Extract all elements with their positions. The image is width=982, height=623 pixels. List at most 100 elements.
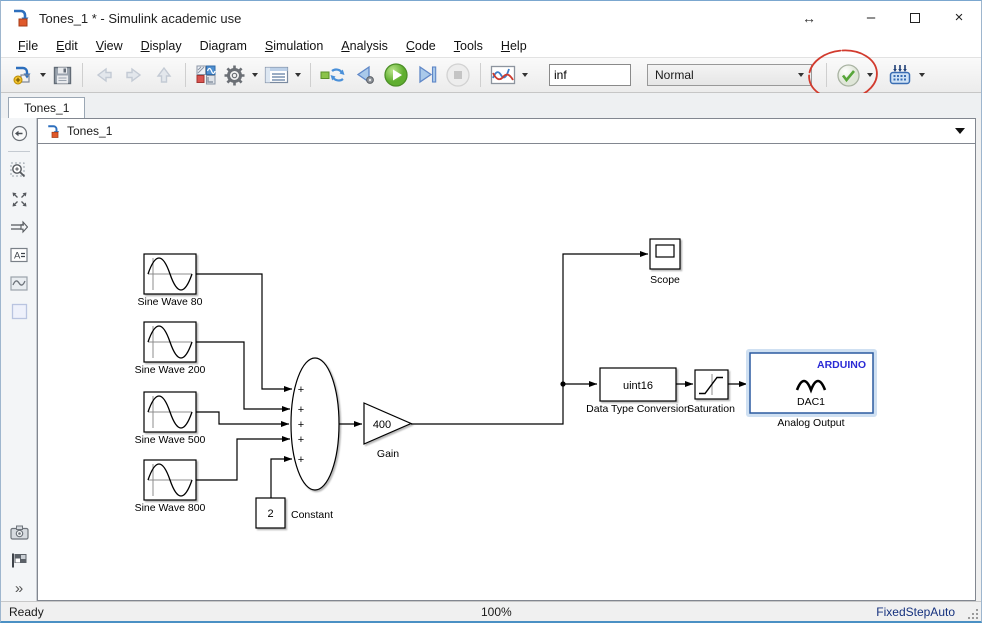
- block-sine-wave-500[interactable]: [144, 392, 196, 432]
- tab-tones-1[interactable]: Tones_1: [8, 97, 85, 118]
- toolbar-separator: [82, 63, 83, 87]
- model-canvas[interactable]: Sine Wave 80 Sine Wave 200 Sine Wave 500: [38, 144, 975, 600]
- close-button[interactable]: ×: [937, 1, 981, 35]
- menu-edit[interactable]: Edit: [47, 37, 87, 55]
- screenshot-button[interactable]: [1, 520, 37, 544]
- simulation-data-inspector-button[interactable]: [487, 61, 519, 89]
- constant-value: 2: [267, 508, 273, 520]
- wire-branch-to-scope[interactable]: [563, 254, 648, 384]
- forward-arrow-icon: [122, 64, 146, 86]
- resize-grip[interactable]: [968, 609, 978, 619]
- combo-caret-icon: [798, 73, 804, 77]
- signal-waves-icon: [490, 64, 516, 86]
- block-sine-wave-80[interactable]: [144, 254, 196, 294]
- menu-help[interactable]: Help: [492, 37, 536, 55]
- model-settings-dropdown-caret[interactable]: [252, 73, 258, 77]
- toolbar-separator: [310, 63, 311, 87]
- label-gain: Gain: [377, 448, 399, 460]
- zoom-tool-button[interactable]: [1, 159, 37, 183]
- sdi-dropdown-caret[interactable]: [522, 73, 528, 77]
- viewmark-flag-icon: [11, 552, 28, 569]
- stop-time-input[interactable]: [549, 64, 631, 86]
- model-explorer-button[interactable]: [261, 61, 292, 89]
- forward-button[interactable]: [119, 61, 149, 89]
- block-sine-wave-800[interactable]: [144, 460, 196, 500]
- menu-simulation[interactable]: Simulation: [256, 37, 332, 55]
- wire-gain-to-dtc[interactable]: [411, 384, 597, 424]
- annotation-icon: A: [10, 247, 28, 263]
- image-annotation-button[interactable]: [1, 271, 37, 295]
- wire-constant-to-sum[interactable]: [271, 459, 292, 498]
- signal-routing-button[interactable]: [1, 215, 37, 239]
- label-sine-wave-80: Sine Wave 80: [138, 296, 203, 308]
- wire-sine500-to-sum[interactable]: [196, 412, 289, 424]
- up-arrow-icon: [152, 64, 176, 86]
- library-browser-button[interactable]: [192, 61, 220, 89]
- menu-tools[interactable]: Tools: [445, 37, 492, 55]
- svg-text:A: A: [14, 251, 21, 262]
- dock-undock-icon[interactable]: ↔: [779, 1, 839, 35]
- menu-analysis[interactable]: Analysis: [332, 37, 397, 55]
- step-forward-icon: [415, 64, 439, 86]
- block-constant[interactable]: 2: [256, 498, 285, 528]
- image-icon: [10, 276, 28, 291]
- menu-bar: File Edit View Display Diagram Simulatio…: [1, 35, 981, 57]
- area-annotation-button[interactable]: [1, 299, 37, 323]
- simulation-mode-select[interactable]: Normal: [647, 64, 812, 86]
- block-scope[interactable]: [650, 239, 680, 269]
- label-data-type-conversion: Data Type Conversion: [586, 403, 690, 415]
- save-button[interactable]: [49, 61, 76, 89]
- annotation-button[interactable]: A: [1, 243, 37, 267]
- maximize-button[interactable]: [893, 1, 937, 35]
- sum-plus-sign: +: [298, 434, 304, 446]
- refresh-blocks-button[interactable]: [833, 61, 864, 89]
- menu-file[interactable]: File: [9, 37, 47, 55]
- toolbar: Normal: [1, 57, 981, 93]
- area-box-icon: [11, 303, 28, 320]
- deploy-dropdown-caret[interactable]: [919, 73, 925, 77]
- deploy-to-hardware-button[interactable]: [884, 61, 916, 89]
- menu-display[interactable]: Display: [132, 37, 191, 55]
- arduino-brand-text: ARDUINO: [817, 359, 866, 371]
- circle-back-icon: [11, 125, 28, 142]
- label-sine-wave-500: Sine Wave 500: [135, 434, 206, 446]
- block-saturation[interactable]: [695, 370, 728, 399]
- block-gain[interactable]: 400: [364, 403, 411, 444]
- menu-diagram[interactable]: Diagram: [191, 37, 256, 55]
- block-sum[interactable]: + + + + +: [291, 358, 339, 490]
- breadcrumb-dropdown-caret[interactable]: [955, 128, 965, 134]
- block-data-type-conversion[interactable]: uint16: [600, 368, 676, 401]
- run-button[interactable]: [380, 61, 412, 89]
- solver-indicator[interactable]: FixedStepAuto: [876, 605, 955, 619]
- toolbar-separator: [185, 63, 186, 87]
- update-diagram-button[interactable]: [317, 61, 350, 89]
- menu-code[interactable]: Code: [397, 37, 445, 55]
- fit-to-view-button[interactable]: [1, 187, 37, 211]
- sum-plus-sign: +: [298, 384, 304, 396]
- simulation-mode-value: Normal: [655, 68, 694, 82]
- new-model-button[interactable]: [9, 61, 37, 89]
- new-model-dropdown-caret[interactable]: [40, 73, 46, 77]
- back-arrow-icon: [92, 64, 116, 86]
- menu-view[interactable]: View: [87, 37, 132, 55]
- expand-palette-button[interactable]: »: [1, 576, 37, 600]
- minimize-button[interactable]: –: [849, 1, 893, 35]
- back-button[interactable]: [89, 61, 119, 89]
- breadcrumb-path[interactable]: Tones_1: [67, 124, 112, 138]
- model-settings-button[interactable]: [220, 61, 249, 89]
- status-text: Ready: [9, 605, 44, 619]
- stop-button[interactable]: [442, 61, 474, 89]
- up-to-parent-button[interactable]: [149, 61, 179, 89]
- block-analog-output[interactable]: ARDUINO DAC1: [746, 349, 877, 417]
- step-back-button[interactable]: [350, 61, 380, 89]
- check-dropdown-caret[interactable]: [867, 73, 873, 77]
- block-sine-wave-200[interactable]: [144, 322, 196, 362]
- gear-icon: [223, 64, 246, 87]
- hide-explorer-bar-button[interactable]: [1, 121, 37, 145]
- step-forward-button[interactable]: [412, 61, 442, 89]
- content-area: A: [1, 118, 981, 601]
- viewmarks-button[interactable]: [1, 548, 37, 572]
- wire-sine200-to-sum[interactable]: [196, 342, 290, 409]
- model-explorer-dropdown-caret[interactable]: [295, 73, 301, 77]
- camera-icon: [10, 525, 29, 540]
